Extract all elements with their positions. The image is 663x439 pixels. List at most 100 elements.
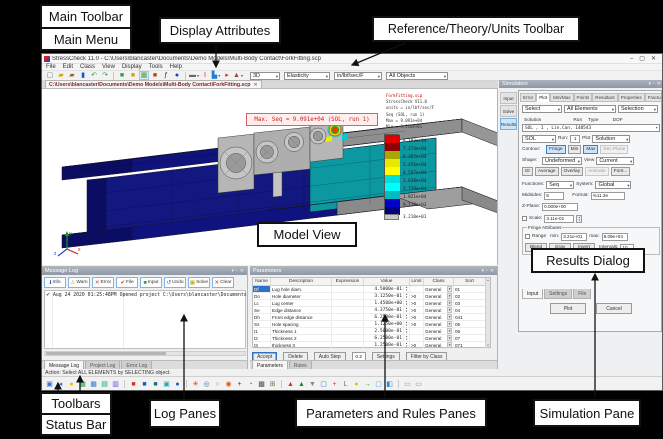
param-name-cell[interactable]: Dh bbox=[253, 314, 271, 320]
param-name-cell[interactable]: Df bbox=[253, 286, 271, 292]
column-header-description[interactable]: Description bbox=[271, 278, 332, 285]
param-desc-cell[interactable]: Lug center bbox=[271, 300, 332, 306]
plot-button[interactable]: Plot bbox=[550, 303, 586, 314]
parameters-table[interactable]: NameDescriptionExpressionValueLimitClass… bbox=[252, 277, 491, 348]
undo-icon[interactable]: ↶ bbox=[89, 71, 99, 80]
parameter-row[interactable]: t2Thickness 26.2500e-01▴▾General▾07 bbox=[253, 335, 490, 342]
pane-menu-icon[interactable]: ▾ bbox=[482, 268, 485, 274]
menu-item-tools[interactable]: Tools bbox=[149, 64, 163, 70]
close-project-icon[interactable]: ▰ bbox=[67, 71, 77, 80]
model-cube-icon[interactable]: ■ bbox=[117, 71, 127, 80]
rect-b-icon[interactable]: ▭ bbox=[414, 379, 423, 389]
teal-box-icon[interactable]: ■ bbox=[151, 379, 160, 389]
param-value-cell[interactable]: 1.1250e+00 bbox=[364, 321, 404, 327]
param-name-cell[interactable]: Ss bbox=[253, 321, 271, 327]
shape-combo[interactable]: Undeformed bbox=[542, 157, 582, 165]
param-name-cell[interactable]: Lc bbox=[253, 300, 271, 306]
rect-a-icon[interactable]: ▭ bbox=[403, 379, 412, 389]
param-sort-cell[interactable]: 05 bbox=[454, 321, 486, 327]
cyan-grid-icon[interactable]: ▣ bbox=[162, 379, 171, 389]
format-input[interactable]: %11.3e bbox=[591, 192, 625, 200]
dropdown-arrow-icon[interactable]: ▾ bbox=[447, 293, 452, 299]
param-class-cell[interactable]: General▾ bbox=[424, 307, 454, 313]
pane-pin-icon[interactable]: ▫ bbox=[486, 268, 488, 274]
objects-icon[interactable]: ▦ bbox=[78, 379, 87, 389]
formula-icon[interactable]: ƒ bbox=[161, 71, 171, 80]
clear-button[interactable]: ✕Clear bbox=[212, 277, 234, 288]
id-button[interactable]: ID bbox=[522, 167, 533, 176]
dropdown-arrow-icon[interactable]: ▾ bbox=[447, 307, 452, 313]
rosette-icon[interactable]: ✳ bbox=[191, 379, 200, 389]
record-icon[interactable]: ● bbox=[172, 71, 182, 80]
red-box-icon[interactable]: ■ bbox=[129, 379, 138, 389]
edges-icon[interactable]: ▤ bbox=[100, 379, 109, 389]
redo-icon[interactable]: ↷ bbox=[100, 71, 110, 80]
back-view-icon[interactable]: ◂ bbox=[56, 379, 65, 389]
flip-icon[interactable]: ▼ bbox=[308, 379, 317, 389]
spin-down-icon[interactable]: ▾ bbox=[406, 331, 407, 334]
column-header-name[interactable]: Name bbox=[253, 278, 271, 285]
param-sort-cell[interactable]: 071 bbox=[454, 342, 486, 348]
log-entry-row[interactable]: ✔ Aug 24 2020 01:25:48PM Opened project … bbox=[46, 293, 248, 298]
param-limit-cell[interactable] bbox=[410, 328, 424, 334]
message-log-list[interactable]: ✔ Aug 24 2020 01:25:48PM Opened project … bbox=[44, 290, 246, 349]
rotate-up-icon[interactable]: ▲ bbox=[286, 379, 295, 389]
menu-item-edit[interactable]: Edit bbox=[63, 64, 73, 70]
file-button[interactable]: ✔File bbox=[116, 277, 138, 288]
param-class-cell[interactable]: General▾ bbox=[424, 300, 454, 306]
param-desc-cell[interactable]: Front edge distance bbox=[271, 314, 332, 320]
tab-input[interactable]: Input bbox=[522, 289, 543, 299]
extract-tool-icon[interactable]: ▲▾ bbox=[233, 71, 243, 80]
param-desc-cell[interactable]: Edge distance bbox=[271, 307, 332, 313]
maximize-icon[interactable]: ▢ bbox=[639, 55, 645, 63]
mesh-icon[interactable]: ▩ bbox=[257, 379, 266, 389]
frame-icon[interactable]: ▢ bbox=[319, 379, 328, 389]
max-button[interactable]: Max bbox=[583, 145, 598, 154]
dropdown-arrow-icon[interactable]: ▾ bbox=[447, 328, 452, 334]
info-button[interactable]: ℹInfo bbox=[44, 277, 66, 288]
surfaces-icon[interactable]: ▦ bbox=[89, 379, 98, 389]
arrow-green-icon[interactable]: → bbox=[363, 379, 372, 389]
param-desc-cell[interactable]: thickness 3 bbox=[271, 342, 332, 348]
tab-close-icon[interactable]: ✕ bbox=[253, 82, 257, 88]
pane-pin-icon[interactable]: ▫ bbox=[236, 268, 238, 274]
pane-menu-icon[interactable]: ▾ bbox=[649, 81, 652, 87]
param-limit-cell[interactable]: >0 bbox=[410, 321, 424, 327]
solution-combo[interactable]: SOL , 1 , Lin.Con, 148543 bbox=[522, 124, 660, 132]
menu-item-display[interactable]: Display bbox=[122, 64, 142, 70]
dropdown-arrow-icon[interactable]: ▾ bbox=[447, 314, 452, 320]
param-class-cell[interactable]: General▾ bbox=[424, 335, 454, 341]
param-limit-cell[interactable]: >0 bbox=[410, 307, 424, 313]
param-expr-cell[interactable] bbox=[332, 300, 364, 306]
panel-icon[interactable]: ▢ bbox=[374, 379, 383, 389]
param-sort-cell[interactable]: 04 bbox=[454, 307, 486, 313]
horizontal-scrollbar[interactable] bbox=[44, 351, 246, 356]
select-combo[interactable]: Select bbox=[522, 105, 562, 113]
axis-icon[interactable]: L bbox=[341, 379, 350, 389]
pane-close-icon[interactable]: ✕ bbox=[240, 268, 244, 274]
overlay-button[interactable]: Overlay bbox=[561, 167, 584, 176]
column-header-class[interactable]: Class bbox=[424, 278, 454, 285]
param-expr-cell[interactable] bbox=[332, 307, 364, 313]
param-value-cell[interactable]: 4.5000e-01 bbox=[364, 286, 404, 292]
error-button[interactable]: ✕Error bbox=[92, 277, 114, 288]
bulb-icon[interactable]: ● bbox=[352, 379, 361, 389]
param-class-cell[interactable]: General▾ bbox=[424, 321, 454, 327]
tab-fracture[interactable]: Fracture bbox=[645, 93, 661, 102]
half-shade-icon[interactable]: ◧ bbox=[385, 379, 394, 389]
column-header-sort[interactable]: Sort bbox=[454, 278, 486, 285]
param-expr-cell[interactable] bbox=[332, 335, 364, 341]
document-tab[interactable]: C:\Users\blancaster\Documents\Demo Model… bbox=[45, 80, 262, 88]
parameter-row[interactable]: SeEdge distance4.3750e-01▴▾>0General▾04 bbox=[253, 307, 490, 314]
param-value-cell[interactable]: 3.1250e-01 bbox=[364, 293, 404, 299]
pane-close-icon[interactable]: ✕ bbox=[490, 268, 494, 274]
tab-properties[interactable]: Properties bbox=[618, 93, 645, 102]
param-expr-cell[interactable] bbox=[332, 314, 364, 320]
scrollbar-thumb[interactable] bbox=[46, 352, 166, 355]
param-name-cell[interactable]: t2 bbox=[253, 335, 271, 341]
open-project-icon[interactable]: ▰ bbox=[56, 71, 66, 80]
parameters-titlebar[interactable]: Parameters ▾▫✕ bbox=[250, 267, 497, 275]
menu-item-file[interactable]: File bbox=[46, 64, 56, 70]
parameter-row[interactable]: t1Thickness 12.5000e-01▴▾General▾06 bbox=[253, 328, 490, 335]
param-value-cell[interactable]: 2.5000e-01 bbox=[364, 328, 404, 334]
